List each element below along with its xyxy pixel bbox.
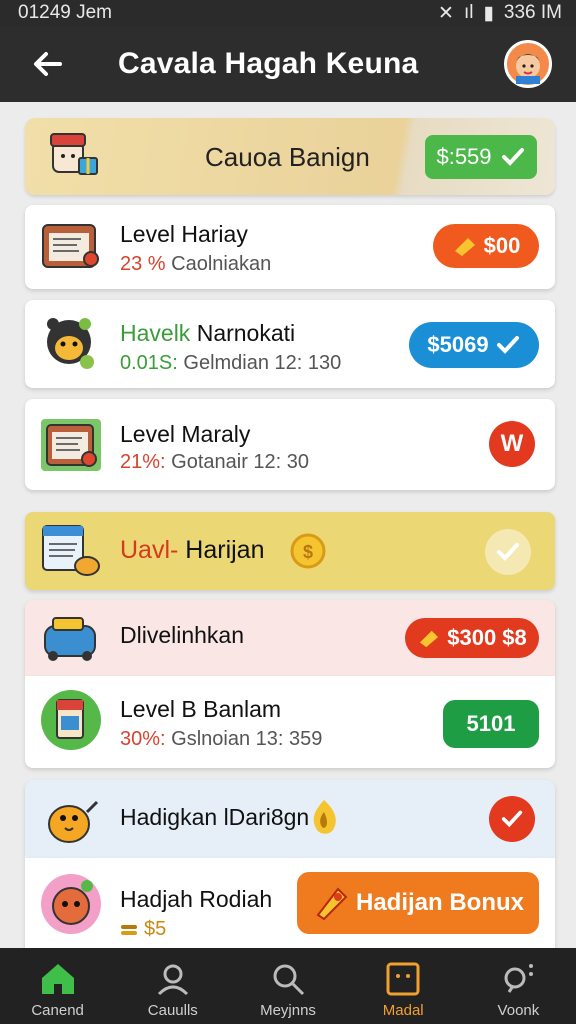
list-item-level-maraly[interactable]: Level Maraly 21%: Gotanair 12: 30 W [25, 399, 555, 490]
ticket-icon [454, 238, 475, 256]
home-icon [41, 964, 74, 994]
calendar-coin-icon [42, 525, 100, 576]
fox-character-icon [41, 874, 101, 934]
ticket-machine-icon [44, 617, 96, 661]
coins-icon [121, 924, 137, 935]
reward-button[interactable]: 5101 [443, 700, 539, 748]
item-subtitle: 21%: Gotanair 12: 30 [120, 451, 310, 473]
back-button[interactable] [26, 42, 70, 86]
claim-button[interactable]: W [489, 421, 535, 467]
list-item-dlivelinhkan[interactable]: Dlivelinhkan $300 $8 [25, 600, 555, 676]
box-icon [386, 962, 420, 996]
search-sparkle-icon [504, 964, 534, 993]
claim-check-button[interactable] [489, 796, 535, 842]
check-icon [496, 336, 519, 354]
header-banner[interactable]: Cauoa Banign $:559 [25, 118, 555, 195]
signal-icon: ıl [463, 2, 474, 23]
item-subtitle: $5 [120, 918, 166, 941]
claimed-check-button[interactable] [485, 529, 531, 575]
item-title: Level Maraly [120, 421, 251, 447]
item-title: Havelk Narnokati [120, 320, 296, 346]
nav-item-madal[interactable]: Madal [346, 948, 461, 1024]
chick-character-icon [48, 800, 99, 843]
fire-icon [313, 800, 336, 834]
item-subtitle: 30%: Gslnoian 13: 359 [120, 728, 323, 750]
content-list: Cauoa Banign $:559 Level Hariay 23 % Cao… [0, 102, 576, 948]
calendar-book-icon [42, 224, 99, 268]
nav-item-voonk[interactable]: Voonk [461, 948, 576, 1024]
bluetooth-icon: ✕ [438, 2, 454, 24]
status-clock: 336 IM [503, 2, 562, 23]
reward-button[interactable]: $5069 [409, 322, 539, 368]
status-bar: 01249 Jem ✕ ıl ▮ 336 IM [0, 0, 576, 26]
nav-item-home[interactable]: Canend [0, 948, 115, 1024]
status-time: 01249 Jem [18, 2, 113, 23]
item-title: Dlivelinhkan [120, 622, 245, 648]
item-title: Hadigkan lDari8gn [120, 804, 310, 830]
nav-item-profile[interactable]: Cauulls [115, 948, 230, 1024]
reward-button[interactable]: $00 [433, 224, 539, 268]
rocket-icon [316, 887, 348, 921]
item-subtitle: 23 % Caolniakan [120, 253, 272, 275]
check-icon [497, 543, 519, 561]
bear-character-icon [47, 318, 94, 369]
reward-button[interactable]: $300 $8 [405, 618, 539, 658]
bonus-button[interactable]: Hadijan Bonux [297, 872, 539, 934]
gift-character-icon [50, 133, 98, 175]
item-title: Level Hariay [120, 221, 248, 247]
search-icon [273, 964, 305, 996]
bottom-nav: Canend Cauulls Meyjnns Madal Voonk [0, 948, 576, 1024]
arrow-left-icon [34, 52, 62, 76]
item-title: Hadjah Rodiah [120, 886, 273, 912]
list-item-havelk[interactable]: Havelk Narnokati 0.01S: Gelmdian 12: 130… [25, 300, 555, 388]
list-item-level-hariay[interactable]: Level Hariay 23 % Caolniakan $00 [25, 205, 555, 289]
check-icon [501, 148, 524, 166]
battery-icon: ▮ [483, 2, 494, 24]
banner-value-chip[interactable]: $:559 [425, 135, 537, 179]
list-item-uavl-harijan[interactable]: Uavl- Harijan $ [25, 512, 555, 590]
ticket-icon [420, 630, 439, 648]
item-subtitle: 0.01S: Gelmdian 12: 130 [120, 352, 342, 374]
item-title: Level B Banlam [120, 696, 282, 722]
user-icon [157, 964, 188, 996]
list-item-level-b-banlam[interactable]: Level B Banlam 30%: Gslnoian 13: 359 510… [25, 676, 555, 768]
banner-title: Cauoa Banign [205, 142, 370, 172]
calendar-book-icon [41, 419, 101, 471]
app-bar: Cavala Hagah Keuna [0, 26, 576, 102]
item-title: Uavl- Harijan [120, 536, 265, 564]
card-pack-icon [41, 690, 101, 750]
profile-face-icon [516, 54, 540, 84]
check-icon [501, 810, 523, 828]
list-item-hadjah-rodiah[interactable]: Hadjah Rodiah $5 Hadijan Bonux [25, 858, 555, 948]
coin-icon: $ [290, 533, 326, 569]
svg-text:$: $ [303, 542, 313, 562]
list-item-hadigkan[interactable]: Hadigkan lDari8gn [25, 780, 555, 858]
avatar[interactable] [504, 40, 552, 88]
nav-item-search[interactable]: Meyjnns [230, 948, 345, 1024]
page-title: Cavala Hagah Keuna [118, 47, 419, 80]
